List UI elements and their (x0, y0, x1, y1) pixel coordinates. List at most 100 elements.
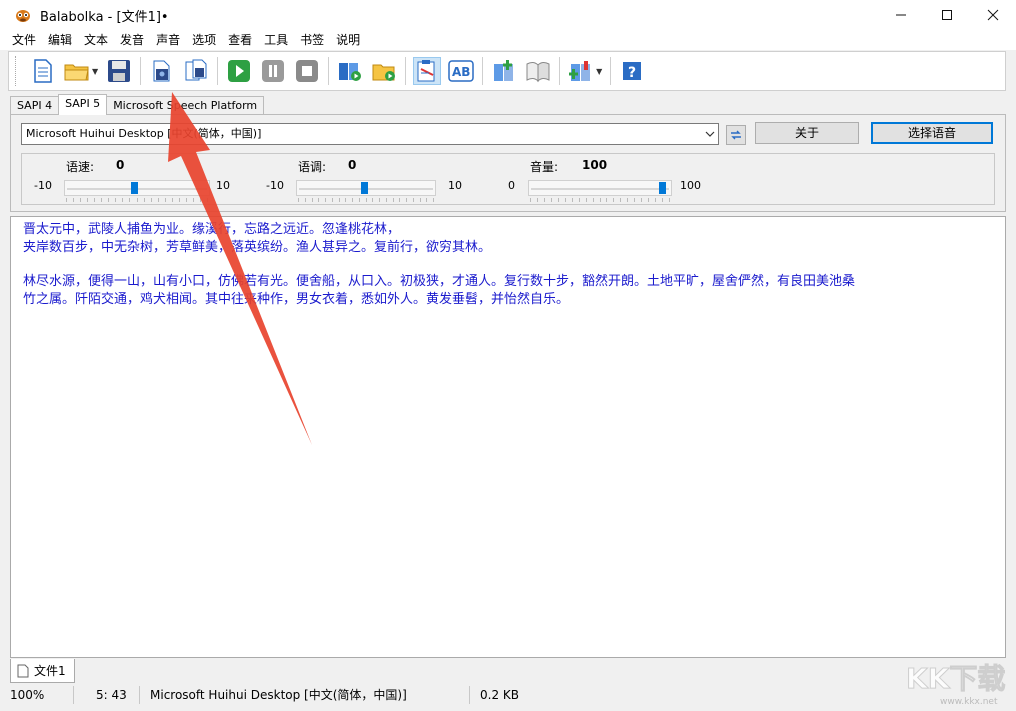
rate-label: 语速: (66, 160, 95, 174)
text-line: 竹之属。阡陌交通，鸡犬相闻。其中往来种作，男女衣着，悉如外人。黄发垂髫，并怡然自… (23, 291, 570, 307)
voice-settings-panel: Microsoft Huihui Desktop [中文(简体，中国)] 关于 … (10, 114, 1006, 212)
split-audio-icon (185, 59, 207, 81)
rate-slider[interactable] (64, 180, 210, 196)
add-bookmark-icon (569, 61, 591, 81)
window-title: Balabolka - [文件1]• (40, 9, 169, 25)
book-play-icon (339, 63, 362, 81)
rate-max: 10 (216, 179, 230, 192)
volume-min: 0 (508, 179, 515, 192)
save-button[interactable] (105, 57, 133, 85)
help-button[interactable]: ? (618, 57, 646, 85)
tab-microsoft-speech-platform[interactable]: Microsoft Speech Platform (106, 96, 265, 115)
toolbar: ▼ AB ▼ ? (8, 51, 1006, 91)
add-book-button[interactable] (490, 57, 518, 85)
pitch-slider[interactable] (296, 180, 436, 196)
document-tab[interactable]: 文件1 (10, 659, 75, 683)
stop-button[interactable] (293, 57, 321, 85)
open-folder-icon (64, 64, 89, 81)
document-icon (17, 664, 29, 677)
status-cursor-position: 5: 43 (74, 686, 140, 704)
toolbar-separator (482, 57, 484, 85)
refresh-voices-button[interactable] (726, 125, 746, 145)
menu-pronunciation[interactable]: 发音 (114, 30, 150, 50)
toolbar-separator (217, 57, 219, 85)
pause-button[interactable] (259, 57, 287, 85)
watermark-logo: KK下载 www.kkx.net (906, 662, 1006, 708)
about-voice-button[interactable]: 关于 (755, 122, 859, 144)
status-file-size: 0.2 KB (480, 688, 519, 702)
pitch-label: 语调: (298, 160, 327, 174)
volume-max: 100 (680, 179, 701, 192)
pitch-value: 0 (348, 158, 357, 172)
open-book-button[interactable] (524, 57, 552, 85)
read-folder-button[interactable] (370, 57, 398, 85)
save-icon (108, 60, 131, 82)
menu-text[interactable]: 文本 (78, 30, 114, 50)
text-editor[interactable]: 晋太元中，武陵人捕鱼为业。缘溪行，忘路之远近。忽逢桃花林， 夹岸数百步，中无杂树… (10, 216, 1006, 658)
menu-view[interactable]: 查看 (222, 30, 258, 50)
help-icon: ? (623, 62, 642, 81)
toolbar-grip[interactable] (15, 56, 18, 86)
volume-value: 100 (582, 158, 608, 172)
minimize-icon (896, 14, 906, 16)
add-book-icon (494, 60, 514, 81)
read-file-button[interactable] (336, 57, 364, 85)
close-button[interactable] (970, 0, 1016, 30)
svg-text:AB: AB (452, 65, 470, 79)
save-audio-button[interactable] (148, 57, 176, 85)
rate-value: 0 (116, 158, 125, 172)
ab-translate-icon: AB (448, 60, 474, 82)
toolbar-separator (559, 57, 561, 85)
toolbar-separator (140, 57, 142, 85)
menu-bookmarks[interactable]: 书签 (294, 30, 330, 50)
select-voice-button[interactable]: 选择语音 (871, 122, 993, 144)
status-zoom: 100% (0, 686, 74, 704)
minimize-button[interactable] (878, 0, 924, 30)
play-icon (228, 60, 251, 82)
pause-icon (262, 60, 285, 82)
maximize-button[interactable] (924, 0, 970, 30)
text-line: 夹岸数百步，中无杂树，芳草鲜美，落英缤纷。渔人甚异之。复前行，欲穷其林。 (23, 239, 492, 255)
clipboard-read-icon (417, 60, 435, 82)
book-folder-icon (372, 64, 396, 81)
volume-slider-thumb[interactable] (659, 182, 666, 194)
menu-options[interactable]: 选项 (186, 30, 222, 50)
volume-ticks (530, 198, 670, 203)
rate-min: -10 (34, 179, 52, 192)
watermark-url: www.kkx.net (940, 697, 998, 707)
rate-ticks (66, 198, 208, 203)
maximize-icon (942, 10, 952, 20)
voice-dropdown[interactable]: Microsoft Huihui Desktop [中文(简体，中国)] (21, 123, 719, 145)
rate-slider-thumb[interactable] (131, 182, 138, 194)
status-voice: Microsoft Huihui Desktop [中文(简体，中国)] (140, 686, 470, 704)
pitch-slider-thumb[interactable] (361, 182, 368, 194)
read-clipboard-button[interactable] (413, 57, 442, 85)
add-bookmark-button[interactable] (567, 57, 595, 85)
volume-slider[interactable] (528, 180, 672, 196)
new-document-button[interactable] (29, 57, 57, 85)
close-icon (987, 9, 999, 21)
play-button[interactable] (225, 57, 253, 85)
split-audio-button[interactable] (182, 57, 210, 85)
menu-sound[interactable]: 声音 (150, 30, 186, 50)
voice-dropdown-value: Microsoft Huihui Desktop [中文(简体，中国)] (26, 127, 262, 140)
bookmark-dropdown-icon[interactable]: ▼ (596, 67, 602, 76)
open-book-icon (526, 62, 550, 83)
watermark-text: KK下载 (906, 662, 1005, 695)
menu-tools[interactable]: 工具 (258, 30, 294, 50)
translate-button[interactable]: AB (447, 57, 475, 85)
open-dropdown-icon[interactable]: ▼ (92, 67, 98, 76)
stop-icon (296, 60, 319, 82)
tab-sapi4[interactable]: SAPI 4 (10, 96, 60, 115)
title-bar: Balabolka - [文件1]• (0, 0, 1016, 30)
text-line: 林尽水源，便得一山，山有小口，仿佛若有光。便舍船，从口入。初极狭，才通人。复行数… (23, 274, 856, 289)
open-file-button[interactable] (63, 57, 91, 85)
menu-help[interactable]: 说明 (330, 30, 366, 50)
menu-file[interactable]: 文件 (6, 30, 42, 50)
toolbar-separator (405, 57, 407, 85)
pitch-min: -10 (266, 179, 284, 192)
tab-sapi5[interactable]: SAPI 5 (58, 94, 108, 115)
voice-sliders-group: 语速: 0 -10 10 语调: 0 -10 10 音量: 100 0 100 (21, 153, 995, 205)
menu-edit[interactable]: 编辑 (42, 30, 78, 50)
